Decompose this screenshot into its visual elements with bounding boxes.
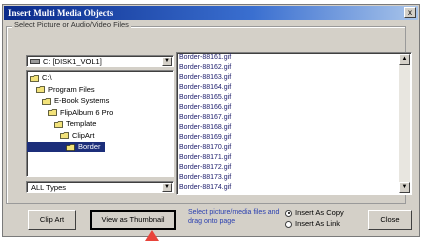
file-list-item[interactable]: Border-88167.gif <box>179 114 231 122</box>
folder-icon <box>36 86 46 93</box>
close-icon: x <box>408 8 412 17</box>
file-list-item[interactable]: Border-88161.gif <box>179 54 231 62</box>
folder-label: ClipArt <box>72 130 95 140</box>
folder-icon <box>48 109 58 116</box>
scroll-up-icon[interactable]: ▲ <box>399 54 410 65</box>
file-list-item[interactable]: Border-88162.gif <box>179 64 231 72</box>
file-list-item[interactable]: Border-88164.gif <box>179 84 231 92</box>
insert-as-link-radio[interactable]: Insert As Link <box>285 219 340 229</box>
folder-label: Program Files <box>48 84 95 94</box>
pointer-arrow-icon <box>145 230 159 241</box>
folder-icon <box>42 97 52 105</box>
file-list-item[interactable]: Border-88170.gif <box>179 144 231 152</box>
close-button[interactable]: Close <box>368 210 412 230</box>
folder-item[interactable]: Template <box>27 119 100 129</box>
file-list-item[interactable]: Border-88169.gif <box>179 134 231 142</box>
folder-icon <box>30 74 40 82</box>
drive-select[interactable]: C: [DISK1_VOL1] ▼ <box>26 55 174 67</box>
folder-label: C:\ <box>42 73 52 82</box>
drive-value: C: [DISK1_VOL1] <box>43 57 102 66</box>
insert-as-copy-label: Insert As Copy <box>295 208 344 217</box>
title-bar[interactable]: Insert Multi Media Objects x <box>4 6 418 20</box>
file-list-item[interactable]: Border-88165.gif <box>179 94 231 102</box>
folder-icon <box>54 120 64 128</box>
file-list-item[interactable]: Border-88174.gif <box>179 184 231 192</box>
radio-selected-icon[interactable] <box>285 209 292 217</box>
file-list-item[interactable]: Border-88166.gif <box>179 104 231 112</box>
chevron-down-icon[interactable]: ▼ <box>162 57 172 66</box>
scroll-down-icon[interactable]: ▼ <box>399 182 410 193</box>
file-list-item[interactable]: Border-88171.gif <box>179 154 231 162</box>
file-list-item[interactable]: Border-88168.gif <box>179 124 231 132</box>
folder-item[interactable]: C:\ <box>27 73 56 83</box>
file-type-value: ALL Types <box>31 183 67 192</box>
view-as-thumbnail-button[interactable]: View as Thumbnail <box>90 210 176 230</box>
folder-item[interactable]: E-Book Systems <box>27 96 113 106</box>
file-list-item[interactable]: Border-88173.gif <box>179 174 231 182</box>
folder-label: Border <box>78 142 101 151</box>
folder-label: Template <box>66 119 97 128</box>
file-list-item[interactable]: Border-88172.gif <box>179 164 231 172</box>
folder-label: E-Book Systems <box>54 96 110 105</box>
folder-item[interactable]: Border <box>27 142 105 152</box>
insert-as-copy-radio[interactable]: Insert As Copy <box>285 208 344 218</box>
file-list[interactable]: ▲ ▼ Border-88161.gif Border-88162.gif Bord… <box>176 52 412 195</box>
insert-as-link-label: Insert As Link <box>295 219 341 228</box>
folder-item[interactable]: FlipAlbum 6 Pro <box>27 108 117 118</box>
group-label: Select Picture or Audio/Video Files <box>12 20 131 29</box>
open-folder-icon <box>66 143 76 151</box>
folder-icon <box>60 132 70 139</box>
clip-art-button[interactable]: Clip Art <box>28 210 76 230</box>
dialog-title: Insert Multi Media Objects <box>8 8 114 18</box>
folder-item[interactable]: ClipArt <box>27 131 99 141</box>
file-type-select[interactable]: ALL Types ▼ <box>26 181 174 193</box>
close-window-button[interactable]: x <box>404 7 416 18</box>
folder-item[interactable]: Program Files <box>27 85 99 95</box>
drive-icon <box>30 59 40 64</box>
chevron-down-icon[interactable]: ▼ <box>162 183 172 192</box>
folder-tree[interactable]: C:\ Program Files E-Book Systems FlipAlbum … <box>26 70 174 177</box>
radio-icon[interactable] <box>285 220 292 228</box>
drag-hint-text: Select picture/media files and drag onto… <box>188 209 280 225</box>
vertical-scrollbar[interactable]: ▲ ▼ <box>399 54 410 193</box>
file-list-item[interactable]: Border-88163.gif <box>179 74 231 82</box>
folder-label: FlipAlbum 6 Pro <box>60 107 114 117</box>
